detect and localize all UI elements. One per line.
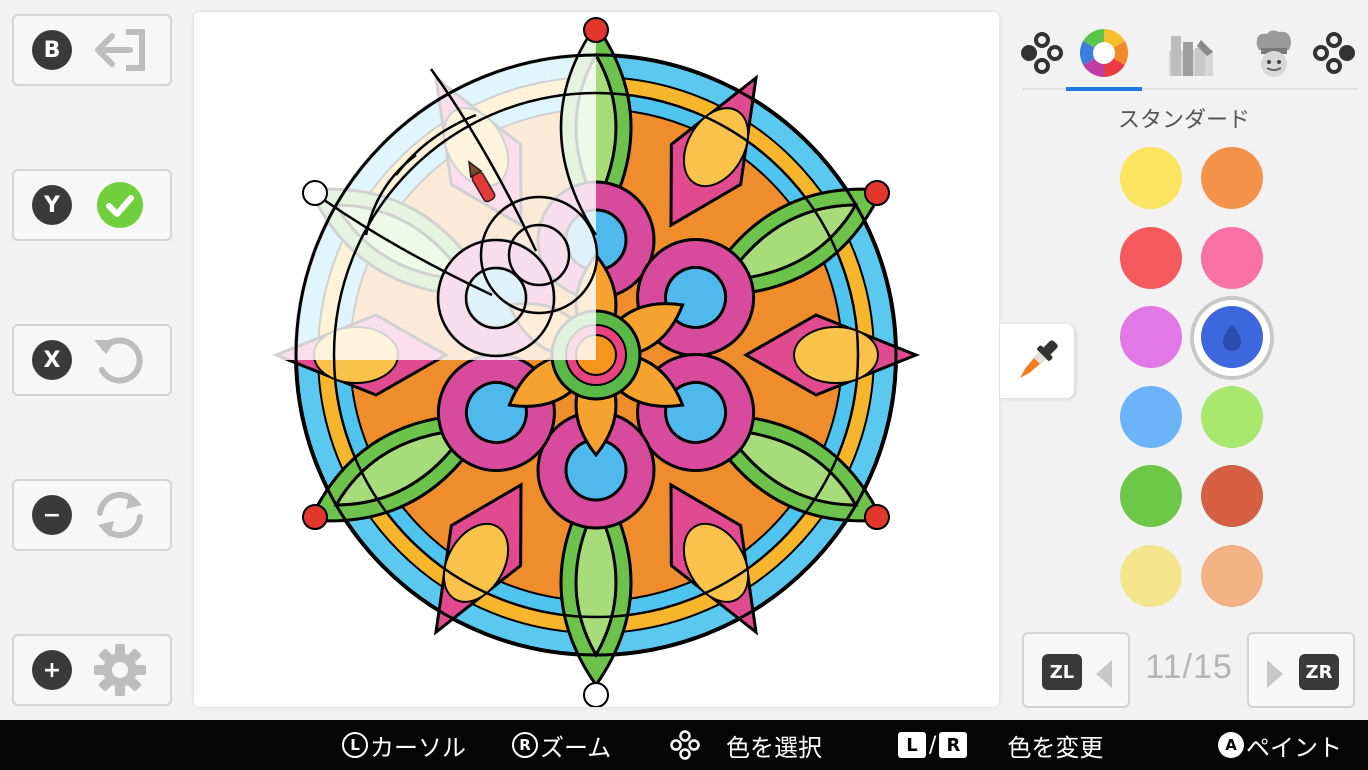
back-button[interactable]: B xyxy=(12,14,172,86)
droplet-icon xyxy=(1223,324,1241,351)
color-wheel-icon[interactable] xyxy=(1076,20,1132,86)
eyedropper-icon xyxy=(1020,340,1058,378)
prev-arrow-icon xyxy=(1096,660,1112,688)
a-button-icon: A xyxy=(1218,732,1244,758)
lr-buttons-icon: L / R xyxy=(898,732,968,758)
hint-zoom-label: ズーム xyxy=(540,733,612,762)
dpad-left-icon[interactable] xyxy=(1020,20,1064,86)
zr-button-glyph: ZR xyxy=(1299,654,1339,690)
hint-select-color-label: 色を選択 xyxy=(726,733,822,762)
hint-paint: A ペイント xyxy=(1218,728,1342,762)
coloring-canvas[interactable] xyxy=(194,12,999,707)
dpad-right-icon[interactable] xyxy=(1312,20,1356,86)
bottom-hint-bar: L カーソル R ズーム 色を選択 L / R 色を変更 A ペイント xyxy=(0,720,1368,770)
page-indicator: 11/15 xyxy=(1145,648,1233,686)
r-stick-icon: R xyxy=(512,732,538,758)
undo-button[interactable]: X xyxy=(12,324,172,396)
hint-change-color: L / R 色を変更 xyxy=(898,728,1103,762)
mandala-artwork xyxy=(251,17,921,707)
y-button-glyph: Y xyxy=(32,185,72,225)
color-swatch[interactable] xyxy=(1201,227,1263,289)
hint-cursor-label: カーソル xyxy=(370,733,466,762)
selected-tab-indicator xyxy=(1066,87,1142,91)
next-page-button[interactable]: ZR xyxy=(1247,632,1355,708)
minus-button-glyph: − xyxy=(32,495,72,535)
dpad-icon xyxy=(670,730,700,760)
eyedropper-button[interactable] xyxy=(1000,324,1074,398)
color-swatch[interactable] xyxy=(1201,147,1263,209)
color-swatch[interactable] xyxy=(1120,147,1182,209)
color-swatch[interactable] xyxy=(1120,386,1182,448)
chef-icon[interactable] xyxy=(1244,20,1304,86)
confirm-check-icon xyxy=(90,175,150,235)
settings-gear-icon xyxy=(90,640,150,700)
plus-button-glyph: + xyxy=(32,650,72,690)
color-swatch[interactable] xyxy=(1120,227,1182,289)
hint-change-color-label: 色を変更 xyxy=(1007,733,1104,762)
texture-icon[interactable] xyxy=(1160,20,1220,86)
color-swatch[interactable] xyxy=(1120,306,1182,368)
color-swatch-selected[interactable] xyxy=(1201,306,1263,368)
next-arrow-icon xyxy=(1267,660,1283,688)
x-button-glyph: X xyxy=(32,340,72,380)
b-button-glyph: B xyxy=(32,30,72,70)
color-swatch[interactable] xyxy=(1201,545,1263,607)
settings-button[interactable]: + xyxy=(12,634,172,706)
undo-icon xyxy=(90,330,150,390)
prev-page-button[interactable]: ZL xyxy=(1022,632,1130,708)
back-arrow-icon xyxy=(90,20,150,80)
hint-zoom: R ズーム xyxy=(512,728,611,762)
color-swatch[interactable] xyxy=(1120,545,1182,607)
confirm-button[interactable]: Y xyxy=(12,169,172,241)
color-swatch[interactable] xyxy=(1201,386,1263,448)
color-swatch[interactable] xyxy=(1120,465,1182,527)
reset-button[interactable]: − xyxy=(12,479,172,551)
palette-tabs xyxy=(1020,20,1358,90)
l-stick-icon: L xyxy=(342,732,368,758)
color-swatch[interactable] xyxy=(1201,465,1263,527)
hint-paint-label: ペイント xyxy=(1246,733,1342,762)
zl-button-glyph: ZL xyxy=(1042,654,1082,690)
reset-cycle-icon xyxy=(90,485,150,545)
hint-cursor: L カーソル xyxy=(342,728,466,762)
palette-title: スタンダード xyxy=(1118,108,1251,133)
hint-select-color: 色を選択 xyxy=(670,728,822,762)
